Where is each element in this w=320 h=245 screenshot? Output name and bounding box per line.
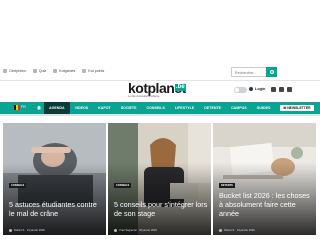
category-badge[interactable]: CONSEILS bbox=[9, 183, 27, 188]
article-date: 20 janvier 2026 bbox=[139, 229, 157, 232]
category-badge[interactable]: DETENTE bbox=[219, 183, 236, 188]
avatar bbox=[219, 229, 222, 232]
login-button[interactable]: Login bbox=[249, 87, 265, 91]
avatar bbox=[9, 229, 12, 232]
dark-mode-toggle[interactable] bbox=[234, 87, 247, 93]
category-badge[interactable]: CONSEILS bbox=[114, 183, 132, 188]
tiktok-icon[interactable] bbox=[287, 87, 292, 92]
top-link-cinephiles[interactable]: Cinéphiles bbox=[3, 69, 26, 73]
article-title[interactable]: 5 astuces étudiantes contre le mal de cr… bbox=[9, 200, 103, 218]
search-input[interactable]: Rechercher... bbox=[231, 67, 267, 77]
article-date: 19 janvier 2026 bbox=[236, 229, 255, 232]
article-meta: Robert S. 19 janvier 2026 bbox=[219, 229, 255, 232]
article-author: Robert S. bbox=[14, 229, 25, 232]
home-icon[interactable] bbox=[35, 104, 43, 111]
article-title[interactable]: Bucket list 2026 : les choses à absolume… bbox=[219, 191, 313, 218]
nav-underline bbox=[0, 114, 320, 116]
top-bar: Cinéphiles Quiz Kotgames Kot points Rech… bbox=[0, 66, 320, 80]
language-selector[interactable]: FR bbox=[21, 105, 26, 109]
article-card[interactable]: CONSEILS 5 conseils pour s'intégrer lors… bbox=[108, 123, 211, 235]
search-button[interactable] bbox=[266, 67, 277, 77]
nav-item-campus[interactable]: CAMPUS bbox=[226, 102, 252, 114]
main-nav: FR AGENDA VIDEOS KAPOT SOCIETE CONSEILS … bbox=[0, 102, 320, 114]
toggle-knob bbox=[235, 88, 239, 92]
nav-item-societe[interactable]: SOCIETE bbox=[116, 102, 142, 114]
avatar bbox=[114, 229, 117, 232]
logo-tagline: Le site d'actualité étudiante bbox=[128, 95, 160, 98]
site-logo[interactable]: kotplanet .be Le site d'actualité étudia… bbox=[128, 81, 192, 100]
quiz-icon bbox=[32, 69, 37, 73]
article-meta: Robert S. 21 janvier 2026 bbox=[9, 229, 45, 232]
top-link-kot-points[interactable]: Kot points bbox=[82, 69, 104, 73]
nav-item-lifestyle[interactable]: LIFESTYLE bbox=[170, 102, 199, 114]
article-card[interactable]: DETENTE Bucket list 2026 : les choses à … bbox=[213, 123, 316, 235]
user-icon bbox=[249, 87, 253, 91]
nav-item-kapot[interactable]: KAPOT bbox=[93, 102, 116, 114]
image-overlay bbox=[213, 123, 316, 235]
instagram-icon[interactable] bbox=[279, 87, 284, 92]
nav-item-videos[interactable]: VIDEOS bbox=[70, 102, 94, 114]
page: Cinéphiles Quiz Kotgames Kot points Rech… bbox=[0, 0, 320, 245]
top-links: Cinéphiles Quiz Kotgames Kot points bbox=[3, 69, 104, 73]
nav-item-guides[interactable]: GUIDES bbox=[252, 102, 276, 114]
top-link-kotgames[interactable]: Kotgames bbox=[53, 69, 75, 73]
nav-item-conseils[interactable]: CONSEILS bbox=[142, 102, 170, 114]
article-author: Yvan Seguerrer bbox=[119, 229, 138, 232]
search-icon bbox=[269, 70, 274, 74]
logo-tld: .be bbox=[175, 84, 186, 91]
mail-icon: ✉ bbox=[283, 106, 287, 110]
article-meta: Yvan Seguerrer 20 janvier 2026 bbox=[114, 229, 157, 232]
star-icon bbox=[82, 69, 87, 73]
social-links bbox=[271, 87, 292, 92]
belgium-flag-icon bbox=[14, 105, 20, 110]
nav-item-agenda[interactable]: AGENDA bbox=[44, 102, 70, 114]
newsletter-button[interactable]: ✉ NEWSLETTER bbox=[280, 105, 314, 111]
film-icon bbox=[3, 69, 7, 73]
top-link-quiz[interactable]: Quiz bbox=[32, 69, 46, 73]
article-title[interactable]: 5 conseils pour s'intégrer lors de son s… bbox=[114, 200, 208, 218]
article-date: 21 janvier 2026 bbox=[26, 229, 45, 232]
article-author: Robert S. bbox=[224, 229, 235, 232]
game-icon bbox=[53, 69, 58, 73]
nav-items: AGENDA VIDEOS KAPOT SOCIETE CONSEILS LIF… bbox=[44, 102, 275, 114]
facebook-icon[interactable] bbox=[271, 87, 276, 92]
article-card[interactable]: CONSEILS 5 astuces étudiantes contre le … bbox=[3, 123, 106, 235]
nav-item-detente[interactable]: DETENTE bbox=[199, 102, 226, 114]
image-overlay bbox=[108, 123, 211, 235]
image-overlay bbox=[3, 123, 106, 235]
